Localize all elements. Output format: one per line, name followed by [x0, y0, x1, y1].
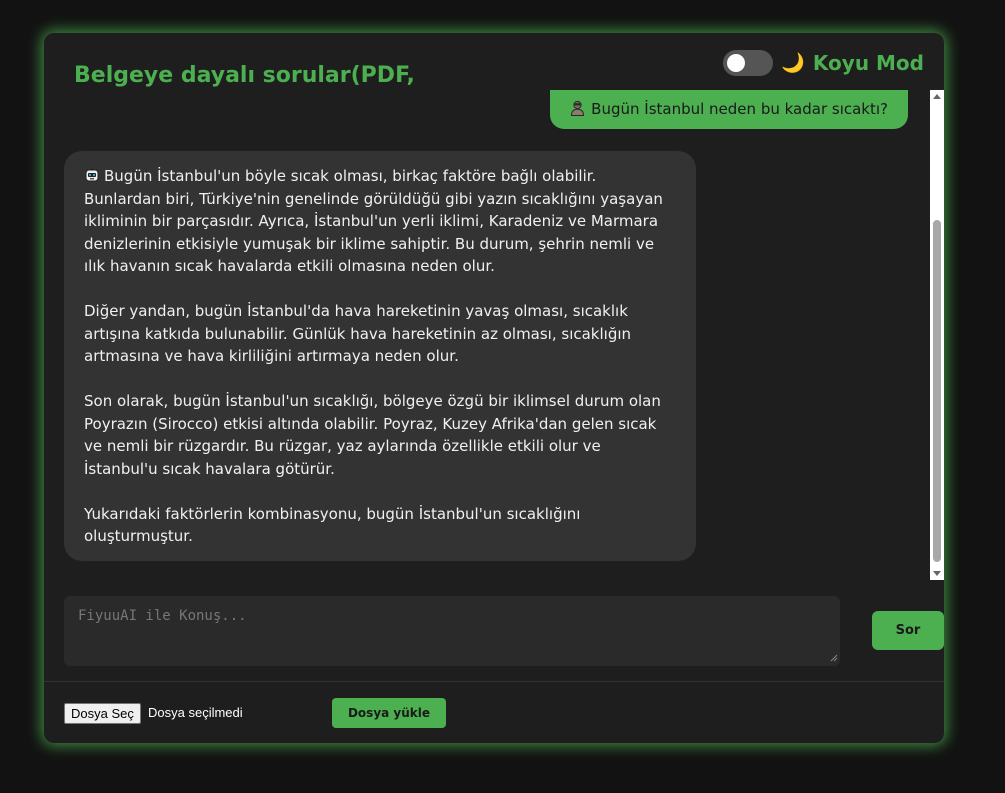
user-message-text: Bugün İstanbul neden bu kadar sıcaktı? — [591, 100, 888, 118]
chat-scrollbar[interactable] — [930, 90, 944, 580]
user-message: Bugün İstanbul neden bu kadar sıcaktı? — [550, 90, 908, 129]
message-input[interactable] — [64, 596, 840, 666]
dark-mode-label: Koyu Mod — [812, 51, 924, 75]
user-avatar-icon — [571, 100, 585, 116]
divider — [44, 681, 944, 682]
scroll-down-arrow-icon[interactable] — [933, 571, 941, 576]
scroll-up-arrow-icon[interactable] — [933, 94, 941, 99]
bot-message: Bugün İstanbul'un böyle sıcak olması, bi… — [64, 151, 696, 561]
file-status-text: Dosya seçilmedi — [148, 705, 243, 720]
page-title: Belgeye dayalı sorular(PDF, — [74, 63, 415, 88]
bot-paragraph-1-text: Bugün İstanbul'un böyle sıcak olması, bi… — [84, 167, 663, 275]
bot-paragraph-2: Diğer yandan, bugün İstanbul'da hava har… — [84, 302, 632, 365]
choose-file-button[interactable]: Dosya Seç — [64, 703, 141, 724]
chat-app-panel: Belgeye dayalı sorular(PDF, 🌙 Koyu Mod B… — [44, 33, 944, 743]
resize-grip-icon[interactable] — [830, 654, 838, 662]
dark-mode-toggle[interactable]: 🌙 Koyu Mod — [723, 50, 924, 76]
robot-icon — [85, 167, 99, 182]
bot-paragraph-3: Son olarak, bugün İstanbul'un sıcaklığı,… — [84, 392, 661, 478]
chat-area[interactable]: Bugün İstanbul neden bu kadar sıcaktı? B… — [44, 90, 944, 580]
scroll-thumb[interactable] — [933, 220, 941, 562]
switch-knob — [727, 54, 746, 72]
moon-icon: 🌙 — [781, 51, 805, 74]
upload-file-button[interactable]: Dosya yükle — [332, 698, 446, 728]
bot-paragraph-4: Yukarıdaki faktörlerin kombinasyonu, bug… — [84, 504, 581, 546]
bot-paragraph-1: Bugün İstanbul'un böyle sıcak olması, bi… — [84, 165, 676, 278]
dark-mode-switch[interactable] — [723, 50, 774, 76]
ask-button[interactable]: Sor — [872, 611, 944, 650]
